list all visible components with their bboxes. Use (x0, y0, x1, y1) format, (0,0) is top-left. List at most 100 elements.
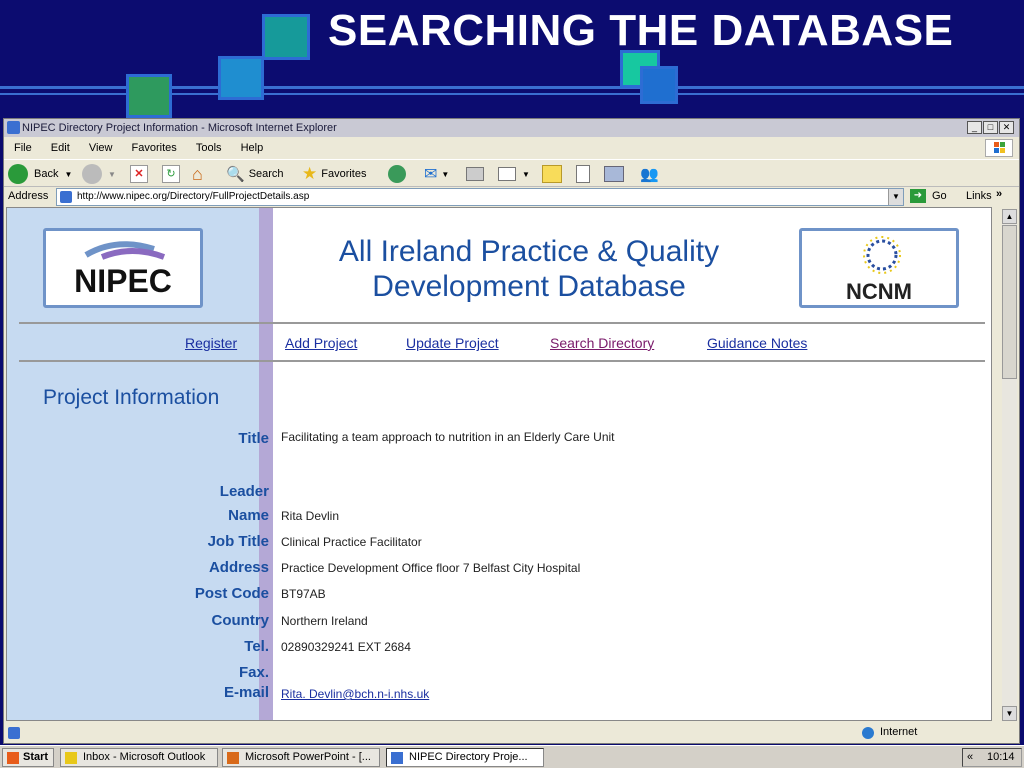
task-outlook[interactable]: Inbox - Microsoft Outlook (60, 748, 218, 767)
ncnm-logo-text: NCNM (846, 279, 912, 304)
nipec-hands-icon (84, 241, 166, 260)
edit-icon (498, 167, 516, 181)
menu-help[interactable]: Help (241, 142, 264, 154)
vertical-scrollbar[interactable]: ▲ ▼ (1002, 209, 1017, 721)
clock: 10:14 (987, 751, 1015, 763)
field-label-tel: Tel. (244, 638, 269, 655)
field-label-country: Country (211, 612, 270, 629)
menu-file[interactable]: File (14, 142, 32, 154)
browser-window: NIPEC Directory Project Information - Mi… (3, 118, 1020, 744)
field-value-email-link[interactable]: Rita. Devlin@bch.n-i.nhs.uk (281, 687, 429, 701)
field-value-post-code: BT97AB (281, 587, 326, 601)
note-icon (542, 165, 562, 183)
address-label: Address (8, 190, 49, 202)
scroll-down-icon[interactable]: ▼ (1002, 706, 1017, 721)
stop-icon: ✕ (130, 165, 148, 183)
scroll-thumb[interactable] (1002, 225, 1017, 379)
field-label-title: Title (238, 430, 269, 447)
powerpoint-icon (227, 752, 239, 764)
menu-tools[interactable]: Tools (196, 142, 222, 154)
divider-bottom (19, 360, 985, 362)
print-button[interactable] (466, 163, 484, 185)
back-arrow-icon (8, 164, 28, 184)
media-button[interactable] (604, 163, 624, 185)
links-button[interactable]: Links (966, 190, 992, 202)
research-button[interactable] (576, 163, 590, 185)
field-value-country: Northern Ireland (281, 614, 368, 628)
outlook-icon (65, 752, 77, 764)
document-icon (576, 165, 590, 183)
address-input[interactable]: http://www.nipec.org/Directory/FullProje… (56, 188, 904, 206)
start-button[interactable]: Start (2, 748, 54, 767)
menu-edit[interactable]: Edit (51, 142, 70, 154)
refresh-icon: ↻ (162, 165, 180, 183)
back-button[interactable]: Back ▼ (8, 163, 72, 185)
history-button[interactable] (388, 163, 406, 185)
home-button[interactable]: ⌂ (192, 163, 203, 185)
nav-register-link[interactable]: Register (185, 335, 237, 351)
ncnm-logo[interactable]: NCNM (799, 228, 959, 308)
status-bar: Internet (4, 723, 1019, 743)
history-icon (388, 165, 406, 183)
links-chevron-icon[interactable]: » (996, 188, 1002, 200)
mail-icon: ✉ (424, 166, 438, 183)
nipec-logo-text: NIPEC (74, 263, 172, 299)
divider-top (19, 322, 985, 324)
slide-banner: SEARCHING THE DATABASE (0, 0, 1024, 118)
task-ie-active[interactable]: NIPEC Directory Proje... (386, 748, 544, 767)
ie-icon (7, 121, 20, 134)
field-value-name: Rita Devlin (281, 509, 340, 523)
page-heading: All Ireland Practice & Quality Developme… (338, 235, 720, 303)
field-label-address: Address (208, 559, 269, 576)
decor-square (126, 74, 172, 118)
go-button[interactable]: ➜ Go (910, 189, 947, 203)
task-powerpoint[interactable]: Microsoft PowerPoint - [... (222, 748, 380, 767)
nipec-logo[interactable]: NIPEC (43, 228, 203, 308)
windows-start-icon (7, 752, 19, 764)
address-dropdown-icon[interactable]: ▼ (888, 189, 903, 205)
refresh-button[interactable]: ↻ (162, 163, 180, 185)
address-bar: Address http://www.nipec.org/Directory/F… (4, 187, 1019, 207)
field-label-post-code: Post Code (194, 585, 269, 602)
page-icon (60, 191, 72, 203)
decor-square (262, 14, 310, 60)
tray-expand-icon[interactable]: « (967, 749, 973, 766)
close-button[interactable]: ✕ (999, 121, 1014, 134)
messenger-button[interactable]: 👥 (640, 163, 659, 185)
field-label-job-title: Job Title (207, 533, 269, 550)
search-button[interactable]: 🔍 Search (226, 163, 284, 185)
forward-button[interactable]: ▼ (82, 163, 116, 185)
media-icon (604, 166, 624, 182)
minimize-button[interactable]: _ (967, 121, 982, 134)
internet-globe-icon (862, 727, 874, 739)
menu-bar: File Edit View Favorites Tools Help (4, 138, 1019, 158)
field-label-leader: Leader (219, 483, 269, 500)
scroll-up-icon[interactable]: ▲ (1002, 209, 1017, 224)
home-icon: ⌂ (192, 163, 203, 184)
mail-button[interactable]: ✉ ▼ (424, 163, 449, 185)
star-icon: ★ (302, 164, 318, 183)
standard-toolbar: Back ▼ ▼ ✕ ↻ ⌂ 🔍 Search ★ Favorites ✉ ▼ ▼… (4, 159, 1019, 187)
stop-button[interactable]: ✕ (130, 163, 148, 185)
maximize-button[interactable]: □ (983, 121, 998, 134)
taskbar: Start Inbox - Microsoft Outlook Microsof… (0, 745, 1024, 768)
nav-guidance-notes-link[interactable]: Guidance Notes (707, 335, 807, 351)
field-value-tel: 02890329241 EXT 2684 (281, 640, 411, 654)
notes-button[interactable] (542, 163, 562, 185)
nav-add-project-link[interactable]: Add Project (285, 335, 357, 351)
messenger-icon: 👥 (640, 166, 659, 183)
section-heading: Project Information (43, 386, 220, 409)
nav-search-directory-link[interactable]: Search Directory (550, 335, 654, 351)
decor-square (640, 66, 678, 104)
menu-favorites[interactable]: Favorites (132, 142, 177, 154)
menu-view[interactable]: View (89, 142, 113, 154)
field-value-title: Facilitating a team approach to nutritio… (281, 430, 615, 444)
edit-button[interactable]: ▼ (498, 163, 530, 185)
field-label-fax: Fax. (238, 664, 269, 681)
nav-update-project-link[interactable]: Update Project (406, 335, 499, 351)
page-content: NIPEC All Ireland Practice & Quality Dev… (6, 207, 992, 721)
favorites-button[interactable]: ★ Favorites (302, 163, 367, 185)
window-titlebar[interactable]: NIPEC Directory Project Information - Mi… (4, 119, 1019, 137)
windows-logo-icon (985, 139, 1013, 157)
go-arrow-icon: ➜ (910, 189, 926, 203)
